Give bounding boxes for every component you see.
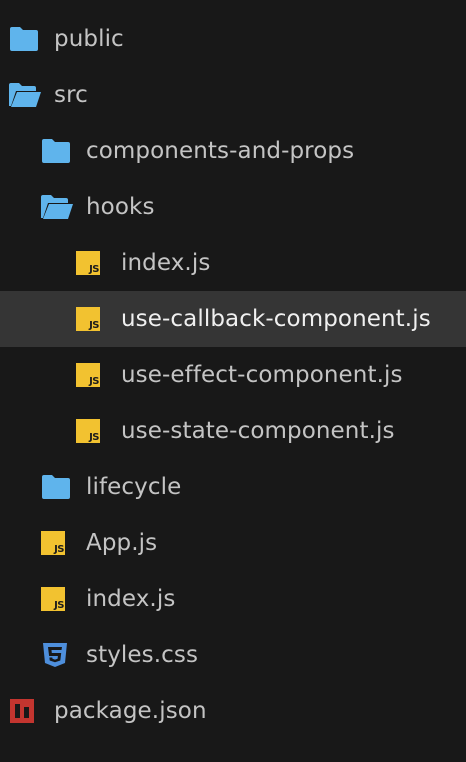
tree-item-label: hooks [86,194,155,220]
javascript-file-icon: JS [75,248,109,278]
tree-item-label: lifecycle [86,474,182,500]
css3-file-icon [40,640,74,670]
javascript-file-icon: JS [75,416,109,446]
tree-item-styles-css[interactable]: styles.css [0,627,466,683]
tree-item-app-js[interactable]: JS App.js [0,515,466,571]
tree-item-label: App.js [86,530,158,556]
tree-item-label: public [54,26,124,52]
javascript-file-icon: JS [75,304,109,334]
tree-item-use-state-component-js[interactable]: JS use-state-component.js [0,403,466,459]
tree-item-components-and-props-folder[interactable]: components-and-props [0,123,466,179]
folder-icon [8,24,42,54]
javascript-file-icon: JS [40,584,74,614]
tree-item-hooks-folder[interactable]: hooks [0,179,466,235]
folder-open-icon [8,80,42,110]
tree-item-label: use-effect-component.js [121,362,403,388]
file-explorer-tree: public src components-and-props hooks JS… [0,0,466,762]
folder-icon [40,472,74,502]
tree-item-package-json[interactable]: package.json [0,683,466,739]
folder-icon [40,136,74,166]
tree-item-label: use-state-component.js [121,418,395,444]
tree-item-label: package.json [54,698,207,724]
tree-item-label: components-and-props [86,138,355,164]
tree-item-label: styles.css [86,642,199,668]
tree-item-src-folder[interactable]: src [0,67,466,123]
tree-item-label: index.js [86,586,176,612]
javascript-file-icon: JS [75,360,109,390]
tree-item-public-folder[interactable]: public [0,11,466,67]
tree-item-src-index-js[interactable]: JS index.js [0,571,466,627]
tree-item-use-effect-component-js[interactable]: JS use-effect-component.js [0,347,466,403]
tree-item-label: src [54,82,88,108]
tree-item-hooks-index-js[interactable]: JS index.js [0,235,466,291]
folder-open-icon [40,192,74,222]
tree-item-label: index.js [121,250,211,276]
npm-icon [8,696,42,726]
javascript-file-icon: JS [40,528,74,558]
tree-item-label: use-callback-component.js [121,306,431,332]
tree-item-lifecycle-folder[interactable]: lifecycle [0,459,466,515]
tree-item-use-callback-component-js[interactable]: JS use-callback-component.js [0,291,466,347]
